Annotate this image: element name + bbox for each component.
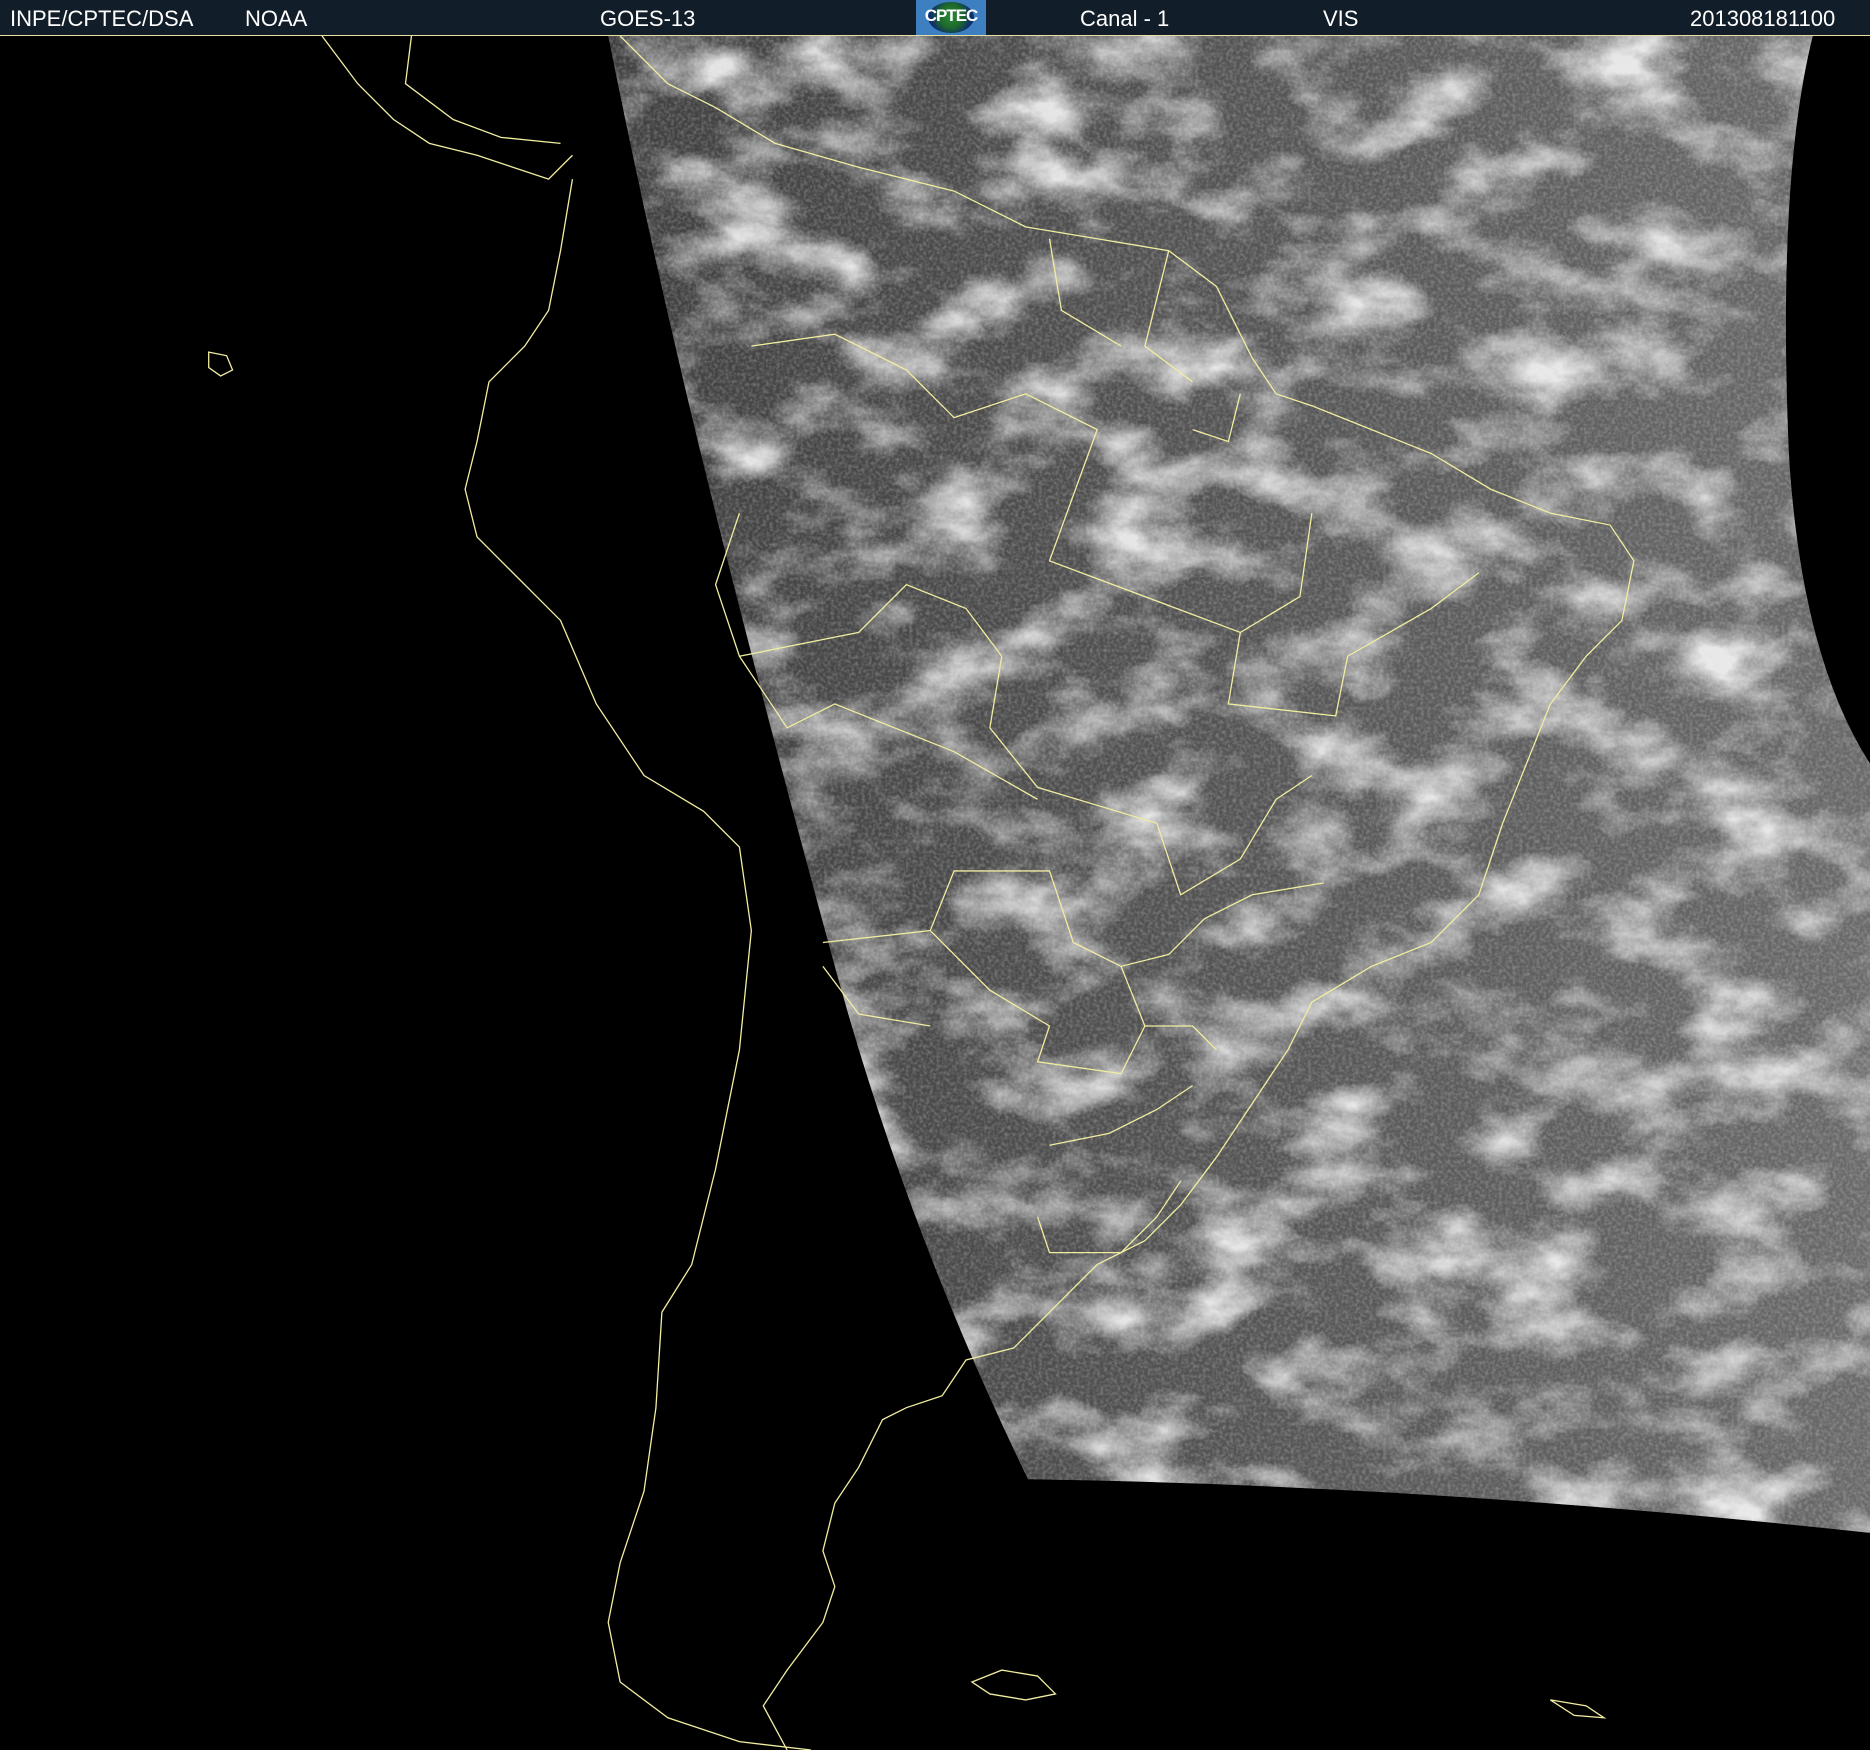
agency-label: NOAA	[245, 6, 308, 31]
institution-label: INPE/CPTEC/DSA	[10, 6, 194, 31]
satellite-label: GOES-13	[600, 6, 696, 31]
channel-label: Canal - 1	[1080, 6, 1170, 31]
logo-text: CPTEC	[924, 6, 979, 25]
satellite-image	[0, 36, 1870, 1750]
band-label: VIS	[1323, 6, 1359, 31]
image-header: INPE/CPTEC/DSA NOAA GOES-13 CPTEC Canal …	[0, 0, 1870, 36]
timestamp-label: 201308181100	[1690, 6, 1836, 31]
cptec-logo: CPTEC	[916, 0, 986, 35]
